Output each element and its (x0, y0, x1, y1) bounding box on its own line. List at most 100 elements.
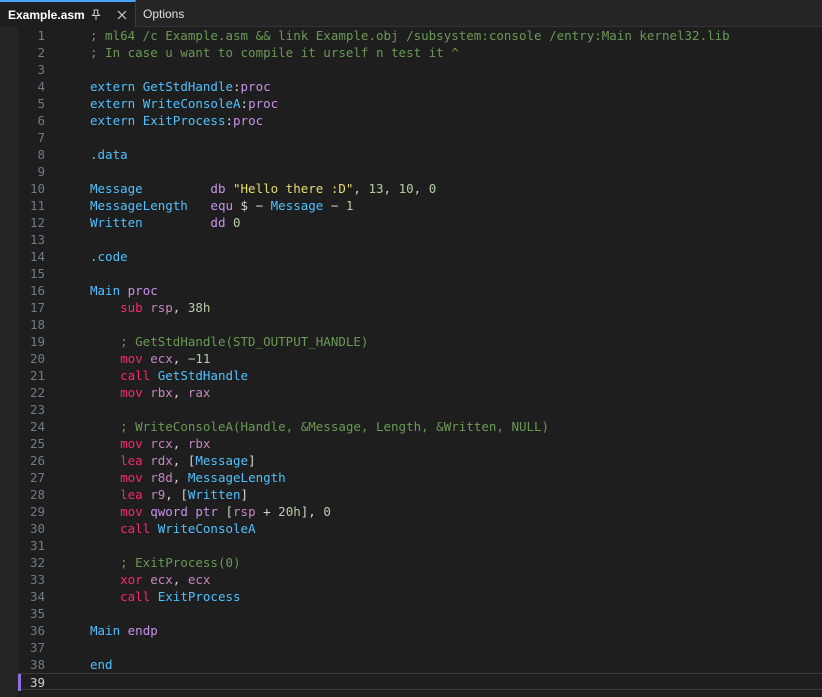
code-token: call (120, 368, 158, 383)
code-line[interactable]: 1 ; ml64 /c Example.asm && link Example.o… (18, 27, 822, 44)
code-line[interactable]: 5 extern WriteConsoleA:proc (18, 95, 822, 112)
code-line[interactable]: 23 (18, 401, 822, 418)
code-line[interactable]: 30 call WriteConsoleA (18, 520, 822, 537)
code-token: lea (120, 453, 151, 468)
code-token: : (240, 96, 249, 111)
line-number: 32 (29, 555, 45, 570)
code-token: , (172, 300, 188, 315)
code-token: MessageLength (90, 198, 211, 213)
code-token: , (172, 385, 188, 400)
code-line[interactable]: 31 (18, 537, 822, 554)
line-number: 3 (37, 62, 45, 77)
tab-example-asm[interactable]: Example.asm (0, 0, 136, 27)
code-token: qword ptr (150, 504, 226, 519)
code-token: Message (195, 453, 249, 468)
code-token: mov (120, 351, 151, 366)
code-line[interactable]: 39 (18, 673, 822, 691)
code-token: extern (90, 113, 143, 128)
code-token: "Hello there :D" (233, 181, 354, 196)
code-line[interactable]: 20 mov ecx, −11 (18, 350, 822, 367)
code-line[interactable]: 25 mov rcx, rbx (18, 435, 822, 452)
code-line[interactable]: 4 extern GetStdHandle:proc (18, 78, 822, 95)
code-line[interactable]: 33 xor ecx, ecx (18, 571, 822, 588)
code-line[interactable]: 8 .data (18, 146, 822, 163)
pin-icon[interactable] (88, 7, 104, 23)
code-token: proc (240, 79, 271, 94)
line-number: 10 (29, 181, 45, 196)
code-line[interactable]: 9 (18, 163, 822, 180)
code-line[interactable]: 14 .code (18, 248, 822, 265)
code-token: + (255, 504, 279, 519)
code-token: r9 (150, 487, 166, 502)
code-token: Message (90, 181, 211, 196)
code-token: GetStdHandle (142, 79, 233, 94)
code-line[interactable]: 27 mov r8d, MessageLength (18, 469, 822, 486)
code-text: Main proc (90, 282, 158, 299)
code-line[interactable]: 12 Written dd 0 (18, 214, 822, 231)
code-line[interactable]: 29 mov qword ptr [rsp + 20h], 0 (18, 503, 822, 520)
line-number: 20 (29, 351, 45, 366)
line-number: 13 (29, 232, 45, 247)
code-line[interactable]: 32 ; ExitProcess(0) (18, 554, 822, 571)
line-number: 2 (37, 45, 45, 60)
code-line[interactable]: 26 lea rdx, [Message] (18, 452, 822, 469)
editor-tab-bar: Example.asm Options (0, 0, 822, 27)
code-line[interactable]: 36 Main endp (18, 622, 822, 639)
code-token: mov (120, 504, 151, 519)
code-text: call GetStdHandle (90, 367, 248, 384)
line-number: 35 (29, 606, 45, 621)
code-line[interactable]: 19 ; GetStdHandle(STD_OUTPUT_HANDLE) (18, 333, 822, 350)
code-line[interactable]: 22 mov rbx, rax (18, 384, 822, 401)
line-number: 21 (29, 368, 45, 383)
code-line[interactable]: 6 extern ExitProcess:proc (18, 112, 822, 129)
code-token: .code (90, 249, 128, 264)
code-line[interactable]: 24 ; WriteConsoleA(Handle, &Message, Len… (18, 418, 822, 435)
code-line[interactable]: 15 (18, 265, 822, 282)
line-number: 22 (29, 385, 45, 400)
code-line[interactable]: 18 (18, 316, 822, 333)
code-line[interactable]: 16 Main proc (18, 282, 822, 299)
tab-options[interactable]: Options (143, 0, 184, 27)
code-token: −11 (187, 351, 211, 366)
code-line[interactable]: 38 end (18, 656, 822, 673)
line-number: 38 (29, 657, 45, 672)
line-number: 27 (29, 470, 45, 485)
code-line[interactable]: 34 call ExitProcess (18, 588, 822, 605)
code-token: 20h (278, 504, 301, 519)
code-line[interactable]: 13 (18, 231, 822, 248)
code-text: ; ExitProcess(0) (90, 554, 240, 571)
code-line[interactable]: 28 lea r9, [Written] (18, 486, 822, 503)
code-text: extern ExitProcess:proc (90, 112, 263, 129)
code-line[interactable]: 10 Message db "Hello there :D", 13, 10, 0 (18, 180, 822, 197)
code-line[interactable]: 17 sub rsp, 38h (18, 299, 822, 316)
line-number: 19 (29, 334, 45, 349)
code-text: Message db "Hello there :D", 13, 10, 0 (90, 180, 436, 197)
code-text: Main endp (90, 622, 158, 639)
code-text: ; ml64 /c Example.asm && link Example.ob… (90, 27, 730, 44)
code-editor[interactable]: 1 ; ml64 /c Example.asm && link Example.o… (18, 27, 822, 697)
code-line[interactable]: 35 (18, 605, 822, 622)
code-line[interactable]: 21 call GetStdHandle (18, 367, 822, 384)
code-line[interactable]: 7 (18, 129, 822, 146)
code-text: mov rcx, rbx (90, 435, 210, 452)
code-line[interactable]: 2 ; In case u want to compile it urself n… (18, 44, 822, 61)
code-line[interactable]: 3 (18, 61, 822, 78)
code-text: mov ecx, −11 (90, 350, 210, 367)
code-token: , (172, 470, 188, 485)
close-icon[interactable] (114, 7, 130, 23)
code-token: , (413, 181, 429, 196)
code-line[interactable]: 37 (18, 639, 822, 656)
line-number: 30 (29, 521, 45, 536)
code-token: ; ml64 /c Example.asm && link Example.ob… (90, 28, 730, 43)
code-token: ExitProcess (157, 589, 241, 604)
line-number: 7 (37, 130, 45, 145)
tab-title: Options (143, 6, 185, 21)
code-line[interactable]: 11 MessageLength equ $ − Message − 1 (18, 197, 822, 214)
code-text: .code (90, 248, 128, 265)
